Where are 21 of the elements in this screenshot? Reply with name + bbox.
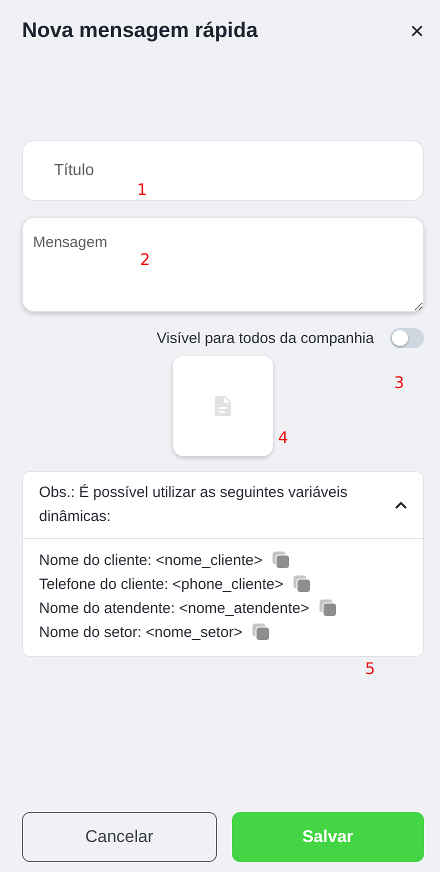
copy-icon[interactable] bbox=[252, 623, 270, 641]
visibility-toggle[interactable] bbox=[390, 328, 424, 348]
annotation-number: 3 bbox=[394, 374, 404, 392]
annotation-number: 1 bbox=[137, 181, 148, 199]
variable-text: Nome do setor: <nome_setor> bbox=[39, 624, 242, 640]
copy-icon[interactable] bbox=[272, 551, 290, 569]
variable-text: Nome do atendente: <nome_atendente> bbox=[39, 600, 310, 616]
close-button[interactable]: × bbox=[410, 22, 424, 42]
visibility-label: Visível para todos da companhia bbox=[156, 330, 374, 346]
copy-icon[interactable] bbox=[319, 599, 338, 617]
annotation-number: 2 bbox=[140, 251, 150, 269]
variable-text: Telefone do cliente: <phone_cliente> bbox=[39, 576, 284, 592]
copy-icon[interactable] bbox=[293, 575, 312, 593]
cancel-button[interactable]: Cancelar bbox=[22, 812, 216, 862]
dialog-title: Nova mensagem rápida bbox=[22, 19, 258, 43]
variable-text: Nome do cliente: <nome_cliente> bbox=[39, 552, 262, 568]
annotation-number: 4 bbox=[278, 429, 288, 447]
variables-header[interactable]: Obs.: É possível utilizar as seguintes variáveis dinâmicas: bbox=[23, 472, 423, 539]
annotation-number: 5 bbox=[365, 660, 376, 678]
document-icon bbox=[215, 396, 231, 416]
chevron-icon bbox=[395, 500, 407, 510]
